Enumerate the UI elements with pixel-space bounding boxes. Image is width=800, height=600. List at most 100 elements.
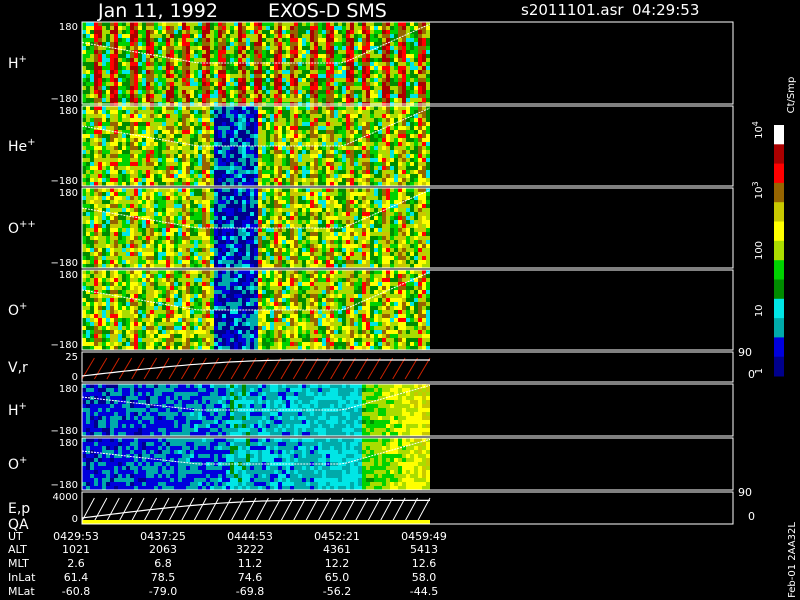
spectrogram-cell — [298, 34, 302, 38]
spectrogram-cell — [270, 232, 274, 236]
spectrogram-cell — [142, 54, 146, 58]
spectrogram-cell — [350, 256, 354, 260]
spectrogram-cell — [94, 86, 98, 90]
spectrogram-cell — [362, 232, 366, 236]
spectrogram-cell — [194, 162, 198, 166]
spectrogram-cell — [94, 232, 98, 236]
spectrogram-cell — [302, 252, 306, 256]
spectrogram-cell — [202, 220, 206, 224]
spectrogram-cell — [122, 264, 126, 268]
spectrogram-cell — [174, 260, 178, 264]
spectrogram-cell — [178, 248, 182, 252]
spectrogram-cell — [110, 170, 114, 174]
spectrogram-cell — [378, 174, 382, 178]
spectrogram-cell — [150, 94, 154, 98]
spectrogram-cell — [366, 46, 370, 50]
spectrogram-cell — [194, 106, 198, 110]
spectrogram-cell — [210, 260, 214, 264]
spectrogram-cell — [150, 232, 154, 236]
spectrogram-cell — [138, 138, 142, 142]
spectrogram-cell — [342, 74, 346, 78]
spectrogram-cell — [106, 114, 110, 118]
spectrogram-cell — [302, 94, 306, 98]
spectrogram-cell — [82, 62, 86, 66]
spectrogram-cell — [362, 228, 366, 232]
spectrogram-cell — [106, 208, 110, 212]
spectrogram-cell — [374, 70, 378, 74]
spectrogram-cell — [242, 204, 246, 208]
spectrogram-cell — [346, 114, 350, 118]
spectrogram-cell — [102, 196, 106, 200]
spectrogram-cell — [390, 138, 394, 142]
spectrogram-cell — [210, 126, 214, 130]
spectrogram-cell — [354, 158, 358, 162]
spectrogram-cell — [326, 224, 330, 228]
spectrogram-cell — [246, 130, 250, 134]
spectrogram-cell — [214, 232, 218, 236]
spectrogram-cell — [130, 236, 134, 240]
spectrogram-cell — [418, 146, 422, 150]
spectrogram-cell — [394, 170, 398, 174]
spectrogram-cell — [338, 212, 342, 216]
spectrogram-cell — [270, 122, 274, 126]
spectrogram-cell — [158, 240, 162, 244]
spectrogram-cell — [218, 94, 222, 98]
spectrogram-cell — [206, 82, 210, 86]
spectrogram-cell — [182, 252, 186, 256]
spectrogram-cell — [150, 264, 154, 268]
spectrogram-cell — [122, 208, 126, 212]
spectrogram-cell — [246, 146, 250, 150]
spectrogram-cell — [322, 240, 326, 244]
spectrogram-cell — [306, 70, 310, 74]
spectrogram-cell — [214, 90, 218, 94]
spectrogram-cell — [202, 150, 206, 154]
spectrogram-cell — [382, 154, 386, 158]
spectrogram-cell — [334, 54, 338, 58]
spectrogram-cell — [302, 188, 306, 192]
spectrogram-cell — [334, 34, 338, 38]
spectrogram-cell — [242, 98, 246, 102]
spectrogram-cell — [210, 138, 214, 142]
spectrogram-cell — [218, 256, 222, 260]
spectrogram-cell — [262, 30, 266, 34]
spectrogram-cell — [190, 110, 194, 114]
spectrogram-cell — [338, 150, 342, 154]
spectrogram-cell — [142, 146, 146, 150]
spectrogram-cell — [198, 50, 202, 54]
spectrogram-cell — [242, 178, 246, 182]
spectrogram-cell — [94, 196, 98, 200]
spectrogram-cell — [230, 154, 234, 158]
spectrogram-cell — [230, 170, 234, 174]
spectrogram-cell — [178, 50, 182, 54]
spectrogram-cell — [286, 126, 290, 130]
spectrogram-cell — [214, 224, 218, 228]
spectrogram-cell — [338, 170, 342, 174]
spectrogram-cell — [110, 50, 114, 54]
spectrogram-cell — [198, 232, 202, 236]
spectrogram-cell — [314, 178, 318, 182]
spectrogram-cell — [258, 90, 262, 94]
spectrogram-cell — [198, 178, 202, 182]
spectrogram-cell — [122, 244, 126, 248]
spectrogram-cell — [358, 192, 362, 196]
spectrogram-cell — [182, 162, 186, 166]
spectrogram-cell — [250, 98, 254, 102]
spectrogram-cell — [278, 200, 282, 204]
spectrogram-cell — [194, 118, 198, 122]
spectrogram-cell — [134, 166, 138, 170]
spectrogram-cell — [174, 82, 178, 86]
spectrogram-cell — [414, 158, 418, 162]
spectrogram-cell — [222, 126, 226, 130]
spectrogram-cell — [202, 30, 206, 34]
spectrogram-cell — [138, 106, 142, 110]
spectrogram-cell — [310, 178, 314, 182]
spectrogram-cell — [402, 106, 406, 110]
spectrogram-cell — [94, 58, 98, 62]
spectrogram-cell — [178, 260, 182, 264]
spectrogram-cell — [254, 248, 258, 252]
spectrogram-cell — [354, 22, 358, 26]
spectrogram-cell — [238, 50, 242, 54]
spectrogram-cell — [286, 138, 290, 142]
spectrogram-cell — [298, 82, 302, 86]
spectrogram-cell — [142, 196, 146, 200]
